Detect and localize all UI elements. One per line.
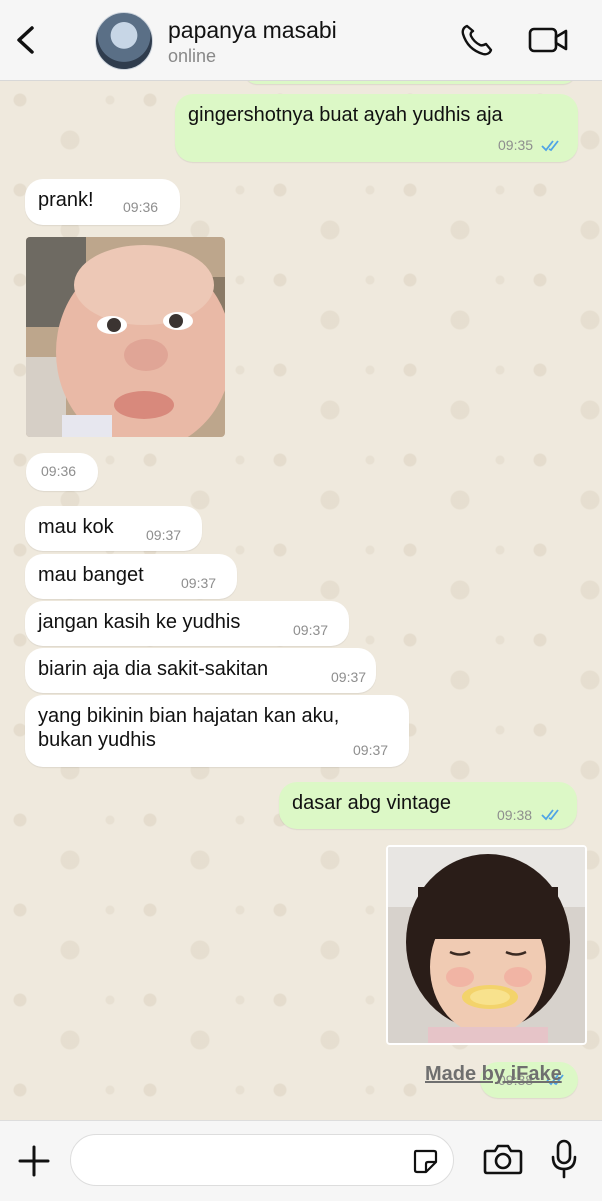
message-text: prank!: [38, 189, 94, 211]
message-time: 09:37: [331, 669, 367, 685]
chevron-left-icon[interactable]: [10, 20, 40, 60]
composer-bar: [0, 1120, 602, 1201]
baby-photo: [26, 237, 225, 437]
girl-photo: [388, 847, 585, 1043]
message-text: mau kok: [38, 516, 114, 538]
phone-icon[interactable]: [456, 20, 500, 60]
message-time: 09:37: [181, 575, 217, 591]
contact-status: online: [168, 46, 217, 66]
message-time: 09:36: [123, 199, 159, 215]
message-text: mau banget: [38, 564, 144, 586]
message-bubble-incoming[interactable]: biarin aja dia sakit-sakitan 09:37: [25, 648, 376, 693]
message-text: gingershotnya buat ayah yudhis aja: [188, 104, 503, 126]
message-bubble-outgoing[interactable]: dasar abg vintage 09:38: [279, 782, 577, 829]
chat-area[interactable]: gingershotnya buat ayah yudhis aja 09:35…: [0, 80, 602, 1120]
message-bubble-incoming[interactable]: prank! 09:36: [25, 179, 180, 225]
message-text: jangan kasih ke yudhis: [38, 611, 241, 633]
contact-name[interactable]: papanya masabi: [168, 17, 337, 44]
message-bubble-incoming[interactable]: yang bikinin bian hajatan kan aku, bukan…: [25, 695, 409, 767]
camera-icon[interactable]: [481, 1139, 525, 1179]
message-time: 09:36: [41, 463, 77, 479]
video-camera-icon[interactable]: [526, 20, 570, 60]
microphone-icon[interactable]: [548, 1137, 580, 1181]
read-receipt-icon: [541, 809, 559, 821]
message-time: 09:37: [146, 527, 182, 543]
plus-icon[interactable]: [14, 1141, 54, 1181]
message-time: 09:38: [497, 807, 533, 823]
message-time: 09:37: [293, 622, 329, 638]
message-bubble-incoming[interactable]: mau banget 09:37: [25, 554, 237, 599]
sticker-icon[interactable]: [411, 1147, 439, 1175]
image-message-incoming[interactable]: [26, 237, 225, 437]
message-text: biarin aja dia sakit-sakitan: [38, 658, 269, 680]
image-message-outgoing[interactable]: [386, 845, 587, 1045]
message-text: yang bikinin bian hajatan kan aku, bukan…: [38, 705, 340, 751]
message-input[interactable]: [70, 1134, 454, 1186]
message-bubble-incoming[interactable]: jangan kasih ke yudhis 09:37: [25, 601, 349, 646]
message-bubble-outgoing[interactable]: gingershotnya buat ayah yudhis aja 09:35: [175, 94, 578, 162]
avatar[interactable]: [95, 12, 153, 70]
read-receipt-icon: [541, 140, 559, 152]
image-time-pill: 09:36: [26, 453, 98, 491]
message-time: 09:35: [498, 137, 534, 153]
chat-header: papanya masabi online: [0, 0, 602, 81]
watermark-text: Made by iFake: [425, 1063, 562, 1085]
message-time: 09:37: [353, 742, 389, 758]
message-bubble-incoming[interactable]: mau kok 09:37: [25, 506, 202, 551]
message-text: dasar abg vintage: [292, 792, 452, 814]
